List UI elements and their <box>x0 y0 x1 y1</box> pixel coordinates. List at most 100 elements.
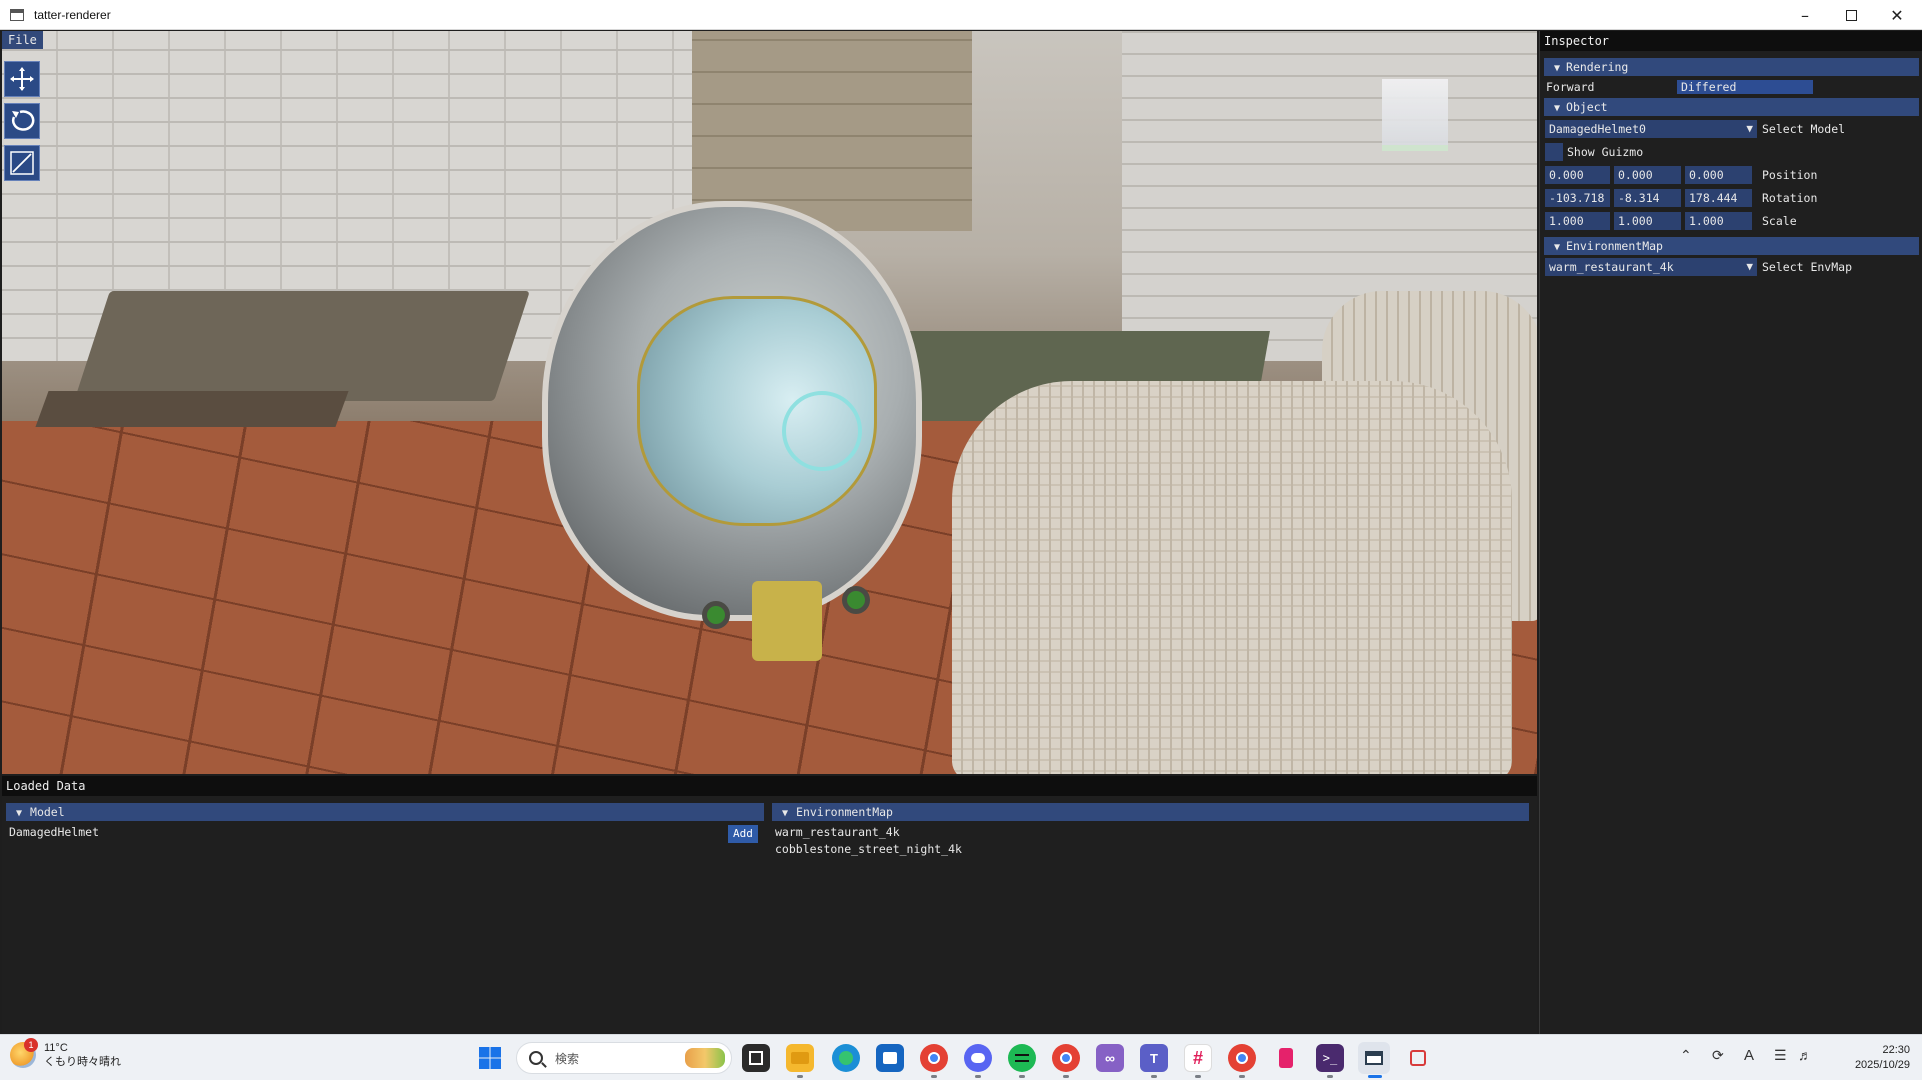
system-clock[interactable]: 22:30 2025/10/29 <box>1820 1043 1910 1073</box>
visual-studio-app[interactable]: ∞ <box>1096 1044 1124 1072</box>
inspector-title: Inspector <box>1540 31 1922 51</box>
window-title: tatter-renderer <box>34 7 111 22</box>
visual-studio-icon: ∞ <box>1105 1050 1115 1066</box>
position-x-input[interactable]: 0.000 <box>1545 166 1610 184</box>
rendering-section-header[interactable]: ▼ Rendering <box>1544 58 1919 76</box>
model-select[interactable]: DamagedHelmet0 ▼ <box>1545 120 1757 138</box>
scale-z-input[interactable]: 1.000 <box>1685 212 1752 230</box>
chrome-app-3[interactable] <box>1228 1044 1256 1072</box>
close-icon: ✕ <box>1890 5 1904 25</box>
scene-table <box>74 291 530 401</box>
position-label: Position <box>1762 168 1818 182</box>
damaged-helmet-model[interactable] <box>542 201 922 671</box>
scene-bench <box>35 391 349 427</box>
terminal-icon: >_ <box>1322 1051 1338 1065</box>
window-title-bar: tatter-renderer – ✕ <box>0 0 1922 30</box>
search-box[interactable]: 検索 <box>516 1042 732 1074</box>
collapse-triangle-icon: ▼ <box>16 808 23 819</box>
list-item[interactable]: cobblestone_street_night_4k <box>775 841 962 858</box>
minimize-button[interactable]: – <box>1782 0 1828 30</box>
inspector-panel: Inspector ▼ Rendering Forward Differed ▼ O… <box>1539 31 1922 1034</box>
bookmark-icon <box>1279 1048 1293 1068</box>
start-button[interactable] <box>476 1044 504 1072</box>
spotify-app[interactable] <box>1008 1044 1036 1072</box>
translate-tool-button[interactable] <box>4 61 40 97</box>
volume-icon[interactable]: ♬ <box>1798 1047 1812 1063</box>
add-model-button[interactable]: Add <box>728 825 758 843</box>
collapse-triangle-icon: ▼ <box>782 808 789 819</box>
slack-app[interactable]: # <box>1184 1044 1212 1072</box>
weather-icon: 1 <box>10 1038 38 1068</box>
terminal-app[interactable]: >_ <box>1316 1044 1344 1072</box>
teams-icon: T <box>1150 1050 1158 1066</box>
loaded-data-panel: Loaded Data ▼ Model DamagedHelmet Add ▼ En… <box>2 776 1537 1034</box>
scale-y-input[interactable]: 1.000 <box>1614 212 1681 230</box>
model-section-header[interactable]: ▼ Model <box>6 803 764 821</box>
position-z-input[interactable]: 0.000 <box>1685 166 1752 184</box>
close-button[interactable]: ✕ <box>1874 0 1920 30</box>
rotation-z-input[interactable]: 178.444 <box>1685 189 1752 207</box>
envmap-section-header[interactable]: ▼ EnvironmentMap <box>772 803 1529 821</box>
position-y-input[interactable]: 0.000 <box>1614 166 1681 184</box>
weather-temperature: 11°C <box>44 1042 68 1054</box>
app-window-icon <box>10 8 24 21</box>
search-highlight-icon <box>685 1048 725 1068</box>
render-mode-differed[interactable]: Differed <box>1677 80 1813 94</box>
chevron-up-icon[interactable]: ⌃ <box>1680 1047 1692 1064</box>
store-icon <box>883 1052 897 1064</box>
discord-icon <box>971 1053 985 1063</box>
maximize-icon <box>1845 9 1857 21</box>
bookmark-app[interactable] <box>1272 1044 1300 1072</box>
store-app[interactable] <box>876 1044 904 1072</box>
select-model-label: Select Model <box>1762 122 1846 136</box>
select-envmap-label: Select EnvMap <box>1762 260 1853 274</box>
task-view-button[interactable] <box>742 1044 770 1072</box>
folder-icon <box>791 1052 809 1064</box>
tatter-renderer-app[interactable] <box>1358 1042 1390 1074</box>
rotation-x-input[interactable]: -103.718 <box>1545 189 1610 207</box>
maximize-button[interactable] <box>1828 0 1874 30</box>
view-cube-icon[interactable] <box>1382 79 1448 151</box>
sync-icon[interactable]: ⟳ <box>1712 1047 1724 1064</box>
chrome-icon <box>928 1052 940 1064</box>
chrome-icon <box>1060 1052 1072 1064</box>
show-guizmo-label: Show Guizmo <box>1567 145 1644 159</box>
slack-icon: # <box>1192 1047 1203 1068</box>
loaded-data-title: Loaded Data <box>2 776 1537 796</box>
move-arrows-icon <box>10 67 34 91</box>
rotation-y-input[interactable]: -8.314 <box>1614 189 1681 207</box>
collapse-triangle-icon: ▼ <box>1554 63 1561 74</box>
scale-tool-button[interactable] <box>4 145 40 181</box>
object-section-header[interactable]: ▼ Object <box>1544 98 1919 116</box>
discord-app[interactable] <box>964 1044 992 1072</box>
collapse-triangle-icon: ▼ <box>1554 103 1561 114</box>
scale-icon <box>10 151 34 175</box>
scale-x-input[interactable]: 1.000 <box>1545 212 1610 230</box>
rotation-label: Rotation <box>1762 191 1818 205</box>
render-mode-forward[interactable]: Forward <box>1546 78 1594 96</box>
chrome-app-2[interactable] <box>1052 1044 1080 1072</box>
list-item[interactable]: DamagedHelmet <box>9 824 99 841</box>
notification-badge: 1 <box>24 1038 38 1052</box>
search-icon <box>529 1051 543 1065</box>
chrome-app[interactable] <box>920 1044 948 1072</box>
list-item[interactable]: warm_restaurant_4k <box>775 824 900 841</box>
show-guizmo-checkbox[interactable] <box>1545 143 1563 161</box>
scene-viewport[interactable] <box>2 31 1537 774</box>
file-explorer-app[interactable] <box>786 1044 814 1072</box>
snipping-tool-app[interactable] <box>1404 1044 1432 1072</box>
search-placeholder: 検索 <box>555 1051 580 1066</box>
renderer-window-icon <box>1365 1051 1383 1065</box>
envmap-select[interactable]: warm_restaurant_4k ▼ <box>1545 258 1757 276</box>
wifi-icon[interactable]: ☰ <box>1774 1047 1787 1064</box>
edge-app[interactable] <box>832 1044 860 1072</box>
environment-map-section-header[interactable]: ▼ EnvironmentMap <box>1544 237 1919 255</box>
ime-indicator[interactable]: A <box>1744 1047 1754 1064</box>
weather-widget[interactable]: 1 11°C くもり時々晴れ <box>10 1038 121 1069</box>
teams-app[interactable]: T <box>1140 1044 1168 1072</box>
file-menu[interactable]: File <box>2 31 43 49</box>
rotate-tool-button[interactable] <box>4 103 40 139</box>
taskbar: 1 11°C くもり時々晴れ 検索 ∞ T # >_ ⌃ ⟳ A ☰ ♬ 22:… <box>0 1034 1922 1080</box>
edge-icon <box>839 1051 853 1065</box>
scene-chair <box>952 381 1512 774</box>
